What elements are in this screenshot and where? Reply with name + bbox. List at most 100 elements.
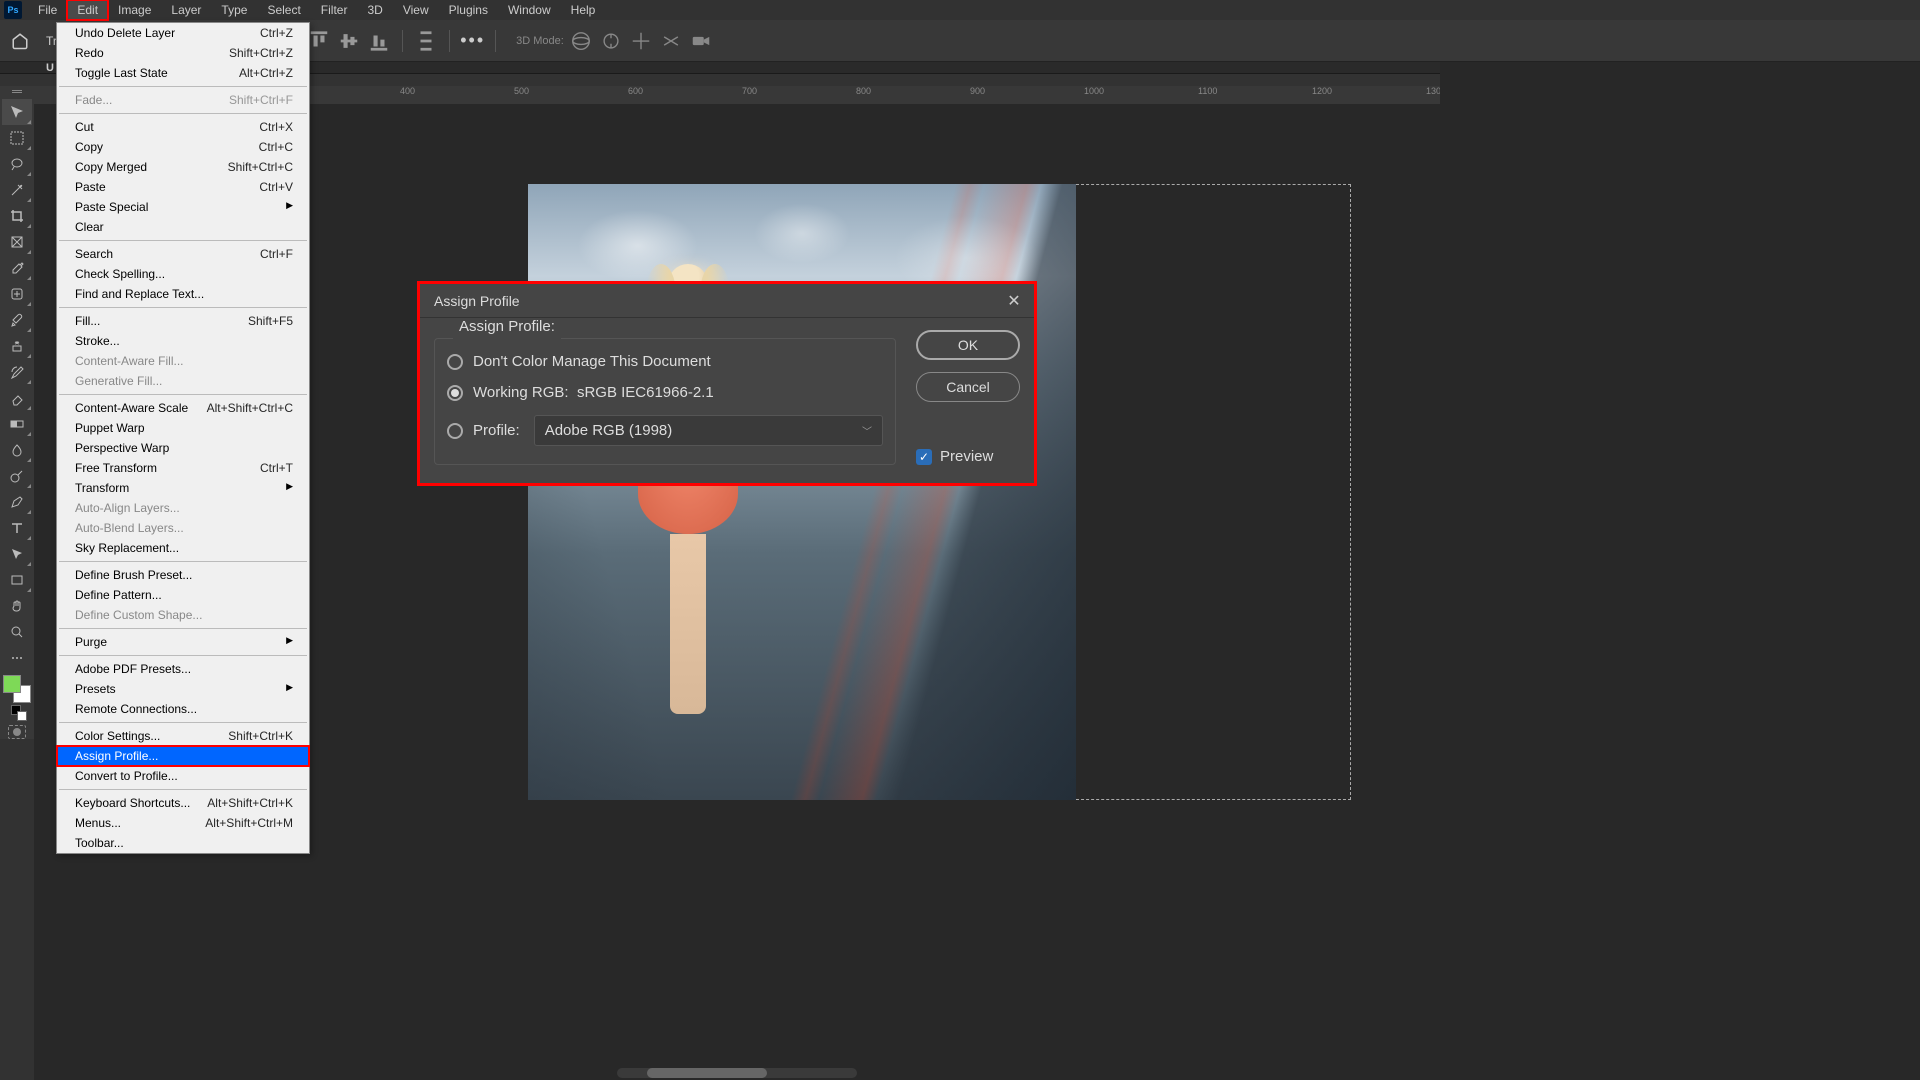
type-tool[interactable]: [2, 515, 32, 541]
preview-checkbox-row[interactable]: ✓ Preview: [916, 448, 1020, 465]
align-center-v-icon[interactable]: [338, 30, 360, 52]
menu-help[interactable]: Help: [561, 0, 606, 20]
eraser-tool[interactable]: [2, 385, 32, 411]
menu-plugins[interactable]: Plugins: [439, 0, 498, 20]
menu-filter[interactable]: Filter: [311, 0, 358, 20]
menu-type[interactable]: Type: [211, 0, 257, 20]
menu-item-menus[interactable]: Menus...Alt+Shift+Ctrl+M: [57, 813, 309, 833]
menu-file[interactable]: File: [28, 0, 67, 20]
menu-item-cut[interactable]: CutCtrl+X: [57, 117, 309, 137]
align-bottom-icon[interactable]: [368, 30, 390, 52]
menu-item-puppet-warp[interactable]: Puppet Warp: [57, 418, 309, 438]
menu-item-undo-delete-layer[interactable]: Undo Delete LayerCtrl+Z: [57, 23, 309, 43]
menu-item-redo[interactable]: RedoShift+Ctrl+Z: [57, 43, 309, 63]
default-colors-icon[interactable]: [11, 705, 23, 717]
menu-item-free-transform[interactable]: Free TransformCtrl+T: [57, 458, 309, 478]
menu-item-define-pattern[interactable]: Define Pattern...: [57, 585, 309, 605]
radio-icon[interactable]: [447, 423, 463, 439]
menu-item-copy-merged[interactable]: Copy MergedShift+Ctrl+C: [57, 157, 309, 177]
clone-tool[interactable]: [2, 333, 32, 359]
zoom-tool[interactable]: [2, 619, 32, 645]
cancel-button[interactable]: Cancel: [916, 372, 1020, 402]
menu-item-content-aware-scale[interactable]: Content-Aware ScaleAlt+Shift+Ctrl+C: [57, 398, 309, 418]
3d-orbit-icon[interactable]: [570, 30, 592, 52]
align-top-icon[interactable]: [308, 30, 330, 52]
menu-layer[interactable]: Layer: [161, 0, 211, 20]
menu-item-define-brush-preset[interactable]: Define Brush Preset...: [57, 565, 309, 585]
magic-wand-tool[interactable]: [2, 177, 32, 203]
menu-3d[interactable]: 3D: [357, 0, 392, 20]
pen-tool[interactable]: [2, 489, 32, 515]
history-brush-tool[interactable]: [2, 359, 32, 385]
eyedropper-tool[interactable]: [2, 255, 32, 281]
quick-mask-icon[interactable]: [8, 725, 26, 739]
radio-icon[interactable]: [447, 354, 463, 370]
healing-tool[interactable]: [2, 281, 32, 307]
menu-view[interactable]: View: [393, 0, 439, 20]
menu-item-sky-replacement[interactable]: Sky Replacement...: [57, 538, 309, 558]
path-select-tool[interactable]: [2, 541, 32, 567]
radio-working-rgb[interactable]: Working RGB: sRGB IEC61966-2.1: [447, 384, 883, 401]
menu-item-perspective-warp[interactable]: Perspective Warp: [57, 438, 309, 458]
menu-item-find-and-replace-text[interactable]: Find and Replace Text...: [57, 284, 309, 304]
menu-item-search[interactable]: SearchCtrl+F: [57, 244, 309, 264]
menu-item-copy[interactable]: CopyCtrl+C: [57, 137, 309, 157]
crop-tool[interactable]: [2, 203, 32, 229]
menu-item-presets[interactable]: Presets▶: [57, 679, 309, 699]
close-icon[interactable]: ✕: [1004, 291, 1024, 311]
blur-tool[interactable]: [2, 437, 32, 463]
menu-item-assign-profile[interactable]: Assign Profile...: [57, 746, 309, 766]
menu-item-transform[interactable]: Transform▶: [57, 478, 309, 498]
home-icon[interactable]: [6, 27, 34, 55]
hand-tool[interactable]: [2, 593, 32, 619]
radio-icon[interactable]: [447, 385, 463, 401]
frame-tool[interactable]: [2, 229, 32, 255]
menu-item-stroke[interactable]: Stroke...: [57, 331, 309, 351]
menu-item-toolbar[interactable]: Toolbar...: [57, 833, 309, 853]
menu-item-check-spelling[interactable]: Check Spelling...: [57, 264, 309, 284]
dodge-tool[interactable]: [2, 463, 32, 489]
menu-window[interactable]: Window: [498, 0, 561, 20]
distribute-v-icon[interactable]: [415, 30, 437, 52]
toolbar-grip-icon[interactable]: [12, 90, 22, 96]
menu-item-define-custom-shape: Define Custom Shape...: [57, 605, 309, 625]
ok-button[interactable]: OK: [916, 330, 1020, 360]
menu-select[interactable]: Select: [257, 0, 310, 20]
lasso-tool[interactable]: [2, 151, 32, 177]
3d-slide-icon[interactable]: [660, 30, 682, 52]
marquee-tool[interactable]: [2, 125, 32, 151]
color-swatch[interactable]: [3, 675, 31, 703]
more-options-icon[interactable]: •••: [460, 30, 485, 51]
radio-dont-manage[interactable]: Don't Color Manage This Document: [447, 353, 883, 370]
document-tab[interactable]: U: [46, 62, 54, 74]
menu-item-toggle-last-state[interactable]: Toggle Last StateAlt+Ctrl+Z: [57, 63, 309, 83]
rectangle-tool[interactable]: [2, 567, 32, 593]
profile-dropdown[interactable]: Adobe RGB (1998) ﹀: [534, 415, 883, 446]
3d-camera-icon[interactable]: [690, 30, 712, 52]
menu-item-convert-to-profile[interactable]: Convert to Profile...: [57, 766, 309, 786]
foreground-color-swatch[interactable]: [3, 675, 21, 693]
menu-item-remote-connections[interactable]: Remote Connections...: [57, 699, 309, 719]
menu-item-content-aware-fill: Content-Aware Fill...: [57, 351, 309, 371]
dialog-titlebar[interactable]: Assign Profile ✕: [420, 284, 1034, 318]
assign-profile-group: Assign Profile: Don't Color Manage This …: [434, 330, 896, 465]
menu-item-color-settings[interactable]: Color Settings...Shift+Ctrl+K: [57, 726, 309, 746]
checkbox-icon[interactable]: ✓: [916, 449, 932, 465]
move-tool[interactable]: [2, 99, 32, 125]
menu-item-purge[interactable]: Purge▶: [57, 632, 309, 652]
menu-item-keyboard-shortcuts[interactable]: Keyboard Shortcuts...Alt+Shift+Ctrl+K: [57, 793, 309, 813]
3d-roll-icon[interactable]: [600, 30, 622, 52]
more-tool[interactable]: [2, 645, 32, 671]
menu-item-paste-special[interactable]: Paste Special▶: [57, 197, 309, 217]
menu-item-adobe-pdf-presets[interactable]: Adobe PDF Presets...: [57, 659, 309, 679]
menu-image[interactable]: Image: [108, 0, 161, 20]
radio-profile[interactable]: Profile: Adobe RGB (1998) ﹀: [447, 415, 883, 446]
menu-item-clear[interactable]: Clear: [57, 217, 309, 237]
gradient-tool[interactable]: [2, 411, 32, 437]
horizontal-scrollbar[interactable]: [617, 1068, 857, 1078]
brush-tool[interactable]: [2, 307, 32, 333]
3d-pan-icon[interactable]: [630, 30, 652, 52]
menu-item-paste[interactable]: PasteCtrl+V: [57, 177, 309, 197]
menu-item-fill[interactable]: Fill...Shift+F5: [57, 311, 309, 331]
menu-edit[interactable]: Edit: [67, 0, 108, 20]
